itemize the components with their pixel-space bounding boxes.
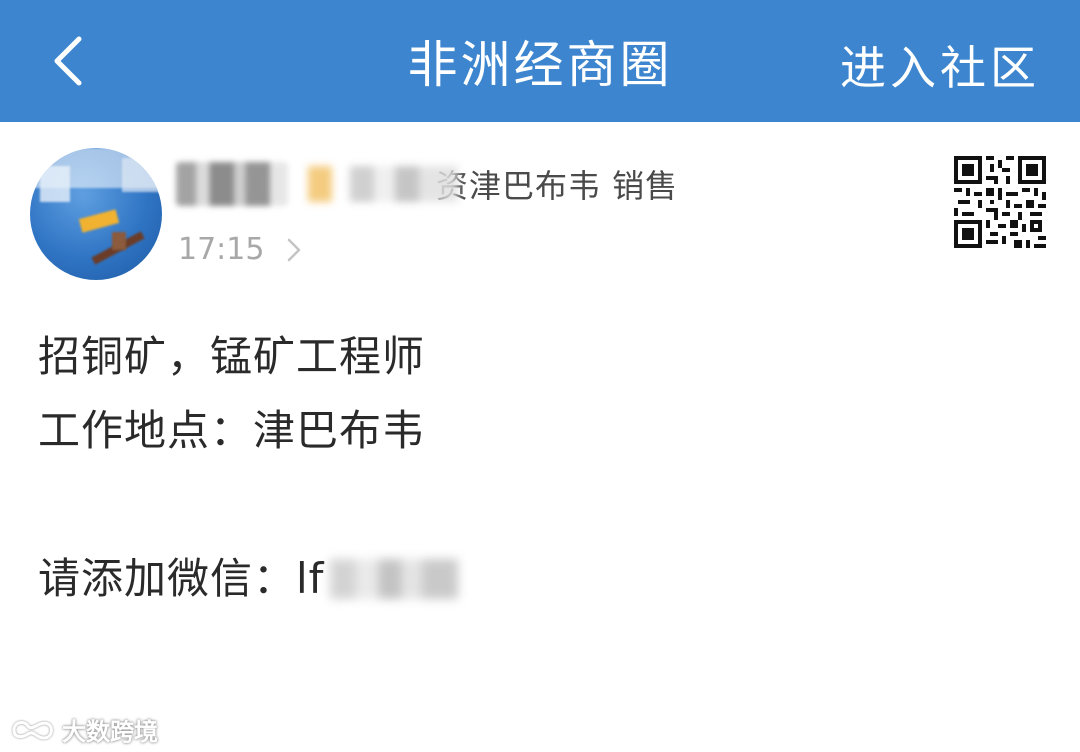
avatar-pixel xyxy=(78,209,120,233)
app-screen: 非洲经商圈 进入社区 资津巴布韦 销售 17:15 招铜矿，锰矿工程师 工作地点… xyxy=(0,0,1080,752)
watermark: 大数跨境 xyxy=(10,712,158,747)
author-tag-text: 资津巴布韦 销售 xyxy=(436,167,679,205)
avatar-pixel xyxy=(112,232,126,250)
top-navigation-bar: 非洲经商圈 进入社区 xyxy=(0,0,1080,122)
watermark-text: 大数跨境 xyxy=(62,718,158,746)
post-line-1: 招铜矿，锰矿工程师 xyxy=(38,332,426,381)
page-title: 非洲经商圈 xyxy=(407,36,673,94)
enter-community-button[interactable]: 进入社区 xyxy=(840,32,1040,98)
post-content: 招铜矿，锰矿工程师 工作地点：津巴布韦 请添加微信： lf xyxy=(38,320,1042,616)
wechat-id-redacted xyxy=(330,559,459,599)
author-name-redacted xyxy=(176,162,288,206)
back-button[interactable] xyxy=(34,24,104,98)
wechat-contact-line: 请添加微信： lf xyxy=(38,542,1042,616)
wechat-id-visible: lf xyxy=(296,554,325,603)
post-line-2: 工作地点：津巴布韦 xyxy=(38,406,426,455)
post-time: 17:15 xyxy=(178,232,265,267)
wechat-label: 请添加微信： xyxy=(38,554,297,603)
qr-code-icon xyxy=(954,156,1046,248)
chevron-left-icon xyxy=(54,36,82,86)
avatar-pixel xyxy=(122,158,162,192)
author-badge-redacted xyxy=(308,166,458,202)
author-avatar[interactable] xyxy=(30,148,162,280)
chevron-right-icon xyxy=(286,237,302,263)
qr-code-button[interactable] xyxy=(954,156,1046,248)
post-time-row[interactable]: 17:15 xyxy=(178,232,302,267)
author-info-row: 资津巴布韦 销售 xyxy=(176,152,678,216)
watermark-logo-icon xyxy=(12,720,53,740)
avatar-pixel xyxy=(40,166,70,202)
